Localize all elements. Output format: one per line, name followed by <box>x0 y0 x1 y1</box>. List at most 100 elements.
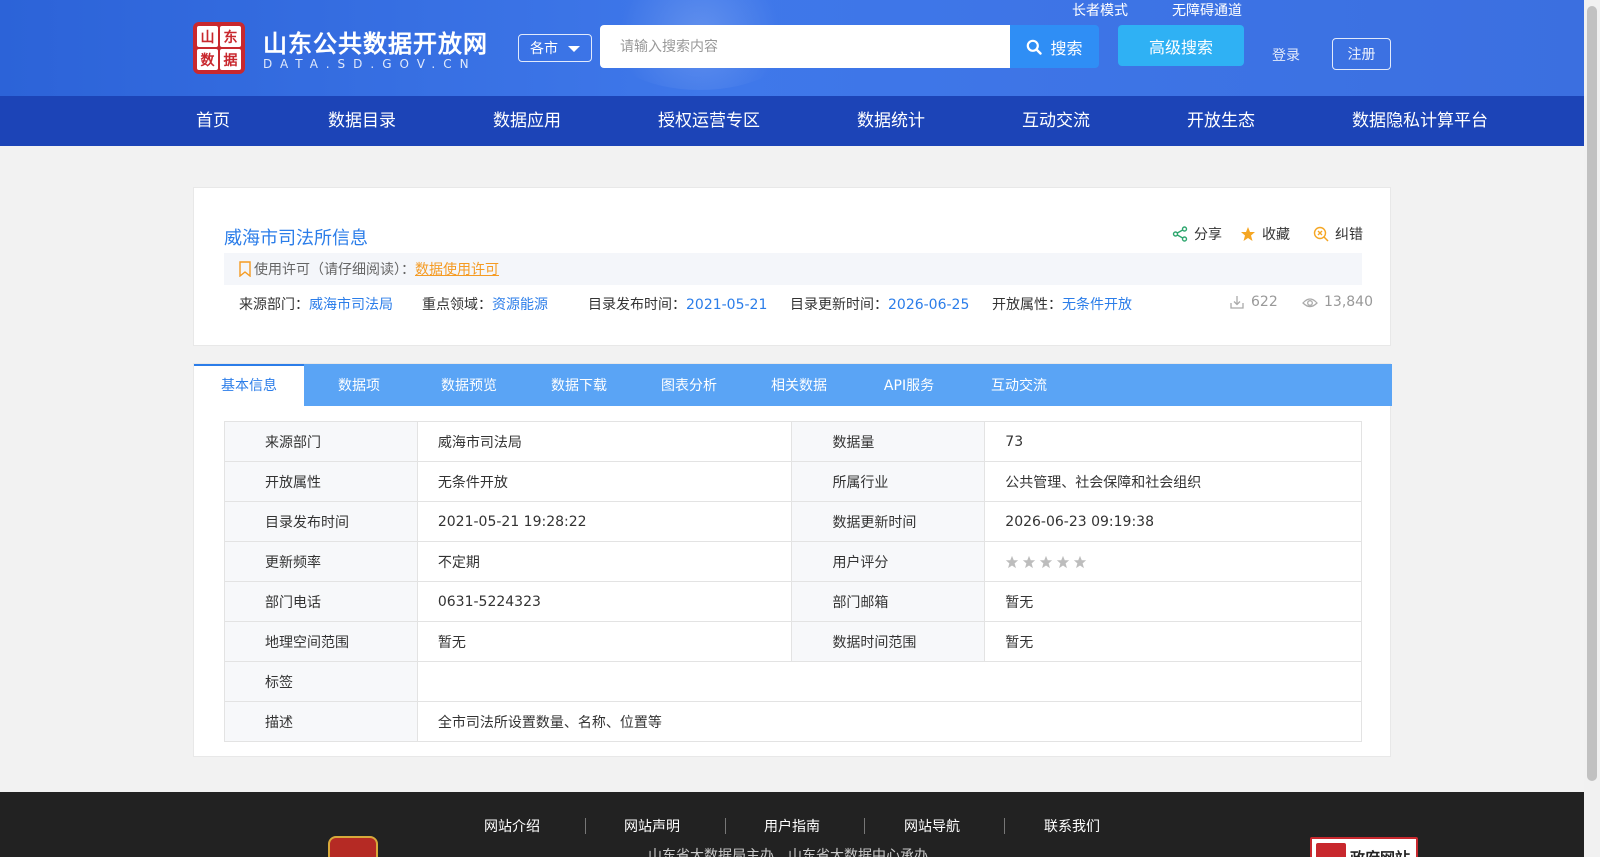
accessibility-link[interactable]: 无障碍通道 <box>1172 0 1242 20</box>
site-domain: DATA.SD.GOV.CN <box>263 57 477 71</box>
meta-publish-date: 目录发布时间：2021-05-21 <box>588 294 767 314</box>
nav-item-authorized-ops[interactable]: 授权运营专区 <box>658 96 760 146</box>
tab-basic-info[interactable]: 基本信息 <box>194 364 304 406</box>
row-label: 部门邮箱 <box>791 581 986 622</box>
footer-divider <box>864 818 865 834</box>
tab-data-download[interactable]: 数据下载 <box>524 364 634 406</box>
download-count-value: 622 <box>1251 294 1278 310</box>
nav-item-ecosystem[interactable]: 开放生态 <box>1187 96 1255 146</box>
page: 山 东 数 据 山东公共数据开放网 DATA.SD.GOV.CN 各市 搜索 高… <box>0 0 1584 857</box>
footer-link-about[interactable]: 网站介绍 <box>484 816 540 836</box>
row-value: 暂无 <box>984 581 1362 622</box>
meta-update-date: 目录更新时间：2026-06-25 <box>790 294 969 314</box>
meta-field-value[interactable]: 资源能源 <box>492 297 548 313</box>
license-link[interactable]: 数据使用许可 <box>415 259 499 279</box>
gov-badge-label: 政府网站 <box>1350 847 1410 857</box>
footer-link-statement[interactable]: 网站声明 <box>624 816 680 836</box>
search-button-label: 搜索 <box>1050 38 1083 58</box>
nav-item-home[interactable]: 首页 <box>196 96 230 146</box>
tab-chart-analysis[interactable]: 图表分析 <box>634 364 744 406</box>
main-nav: 首页 数据目录 数据应用 授权运营专区 数据统计 互动交流 开放生态 数据隐私计… <box>0 96 1584 146</box>
nav-item-statistics[interactable]: 数据统计 <box>857 96 925 146</box>
table-row: 标签 <box>224 661 1363 702</box>
star-icon <box>1023 555 1036 568</box>
table-row: 地理空间范围 暂无 数据时间范围 暂无 <box>224 621 1362 662</box>
report-error-label: 纠错 <box>1335 227 1363 243</box>
share-action[interactable]: 分享 <box>1172 224 1222 244</box>
login-link[interactable]: 登录 <box>1272 45 1300 65</box>
description-label: 描述 <box>224 701 418 742</box>
row-value: 无条件开放 <box>416 461 793 502</box>
search-button[interactable]: 搜索 <box>1010 25 1099 68</box>
meta-open-value: 无条件开放 <box>1062 297 1132 313</box>
star-icon <box>1241 227 1255 241</box>
share-icon <box>1172 226 1188 242</box>
elder-mode-link[interactable]: 长者模式 <box>1072 0 1128 20</box>
table-row: 描述 全市司法所设置数量、名称、位置等 <box>224 701 1363 742</box>
search-icon <box>1027 39 1043 55</box>
download-icon <box>1230 296 1244 309</box>
page-scrollbar[interactable] <box>1584 0 1600 857</box>
meta-open-attr: 开放属性：无条件开放 <box>992 294 1132 314</box>
city-select[interactable]: 各市 <box>518 34 592 62</box>
nav-item-apps[interactable]: 数据应用 <box>493 96 561 146</box>
row-label: 用户评分 <box>791 541 986 582</box>
meta-update-label: 目录更新时间： <box>790 297 888 313</box>
search-input[interactable] <box>600 25 1010 68</box>
nav-item-interaction[interactable]: 互动交流 <box>1022 96 1090 146</box>
register-button[interactable]: 注册 <box>1332 38 1391 70</box>
chevron-down-icon <box>568 46 580 52</box>
footer-emblem-logo <box>328 836 378 857</box>
gov-site-badge[interactable]: 政府网站 <box>1310 837 1418 857</box>
detail-tabs: 基本信息 数据项 数据预览 数据下载 图表分析 相关数据 API服务 互动交流 <box>194 364 1392 406</box>
footer-sponsor-text: 山东省大数据局主办 山东省大数据中心承办 <box>648 848 928 857</box>
basic-info-table: 来源部门 威海市司法局 数据量 73 开放属性 无条件开放 所属行业 公共管理、… <box>224 421 1363 742</box>
user-rating <box>984 541 1362 582</box>
meta-update-value: 2026-06-25 <box>888 297 970 313</box>
meta-source-value[interactable]: 威海市司法局 <box>309 297 393 313</box>
license-label: 使用许可（请仔细阅读）： <box>254 262 415 278</box>
logo-char: 数 <box>197 49 218 70</box>
description-value: 全市司法所设置数量、名称、位置等 <box>416 701 1363 742</box>
footer: 网站介绍 网站声明 用户指南 网站导航 联系我们 山东省大数据局主办 山东省大数… <box>0 792 1584 857</box>
meta-open-label: 开放属性： <box>992 297 1062 313</box>
site-logo[interactable]: 山 东 数 据 <box>193 22 245 74</box>
footer-link-sitemap[interactable]: 网站导航 <box>904 816 960 836</box>
row-label: 来源部门 <box>224 421 418 462</box>
dataset-title: 威海市司法所信息 <box>224 228 368 249</box>
tab-api-service[interactable]: API服务 <box>854 364 964 406</box>
meta-field: 重点领域：资源能源 <box>422 294 548 314</box>
row-label: 开放属性 <box>224 461 418 502</box>
table-row: 更新频率 不定期 用户评分 <box>224 541 1362 582</box>
star-icon <box>1006 555 1019 568</box>
row-value: 暂无 <box>416 621 793 662</box>
table-row: 来源部门 威海市司法局 数据量 73 <box>224 421 1362 462</box>
advanced-search-button[interactable]: 高级搜索 <box>1118 25 1244 66</box>
gov-badge-icon <box>1316 843 1346 857</box>
tab-interaction[interactable]: 互动交流 <box>964 364 1074 406</box>
scrollbar-thumb[interactable] <box>1587 6 1597 781</box>
meta-publish-value: 2021-05-21 <box>686 297 768 313</box>
dataset-info-card: 威海市司法所信息 分享 收藏 纠错 使用许可（请仔细阅读）： 数据使用许可 来源… <box>193 187 1391 346</box>
tab-related-data[interactable]: 相关数据 <box>744 364 854 406</box>
favorite-action[interactable]: 收藏 <box>1240 224 1290 244</box>
row-label: 数据时间范围 <box>791 621 986 662</box>
row-value: 暂无 <box>984 621 1362 662</box>
row-label: 更新频率 <box>224 541 418 582</box>
favorite-label: 收藏 <box>1262 227 1290 243</box>
footer-link-contact[interactable]: 联系我们 <box>1044 816 1100 836</box>
site-title[interactable]: 山东公共数据开放网 <box>263 24 488 59</box>
row-label: 地理空间范围 <box>224 621 418 662</box>
footer-link-guide[interactable]: 用户指南 <box>764 816 820 836</box>
share-label: 分享 <box>1194 227 1222 243</box>
tab-data-items[interactable]: 数据项 <box>304 364 414 406</box>
nav-item-catalog[interactable]: 数据目录 <box>328 96 396 146</box>
rating-stars[interactable] <box>1005 555 1361 569</box>
tab-data-preview[interactable]: 数据预览 <box>414 364 524 406</box>
logo-char: 据 <box>220 49 241 70</box>
row-label: 数据更新时间 <box>791 501 986 542</box>
logo-char: 东 <box>220 26 241 47</box>
report-error-action[interactable]: 纠错 <box>1313 224 1363 244</box>
logo-char: 山 <box>197 26 218 47</box>
nav-item-privacy-computing[interactable]: 数据隐私计算平台 <box>1352 96 1488 146</box>
